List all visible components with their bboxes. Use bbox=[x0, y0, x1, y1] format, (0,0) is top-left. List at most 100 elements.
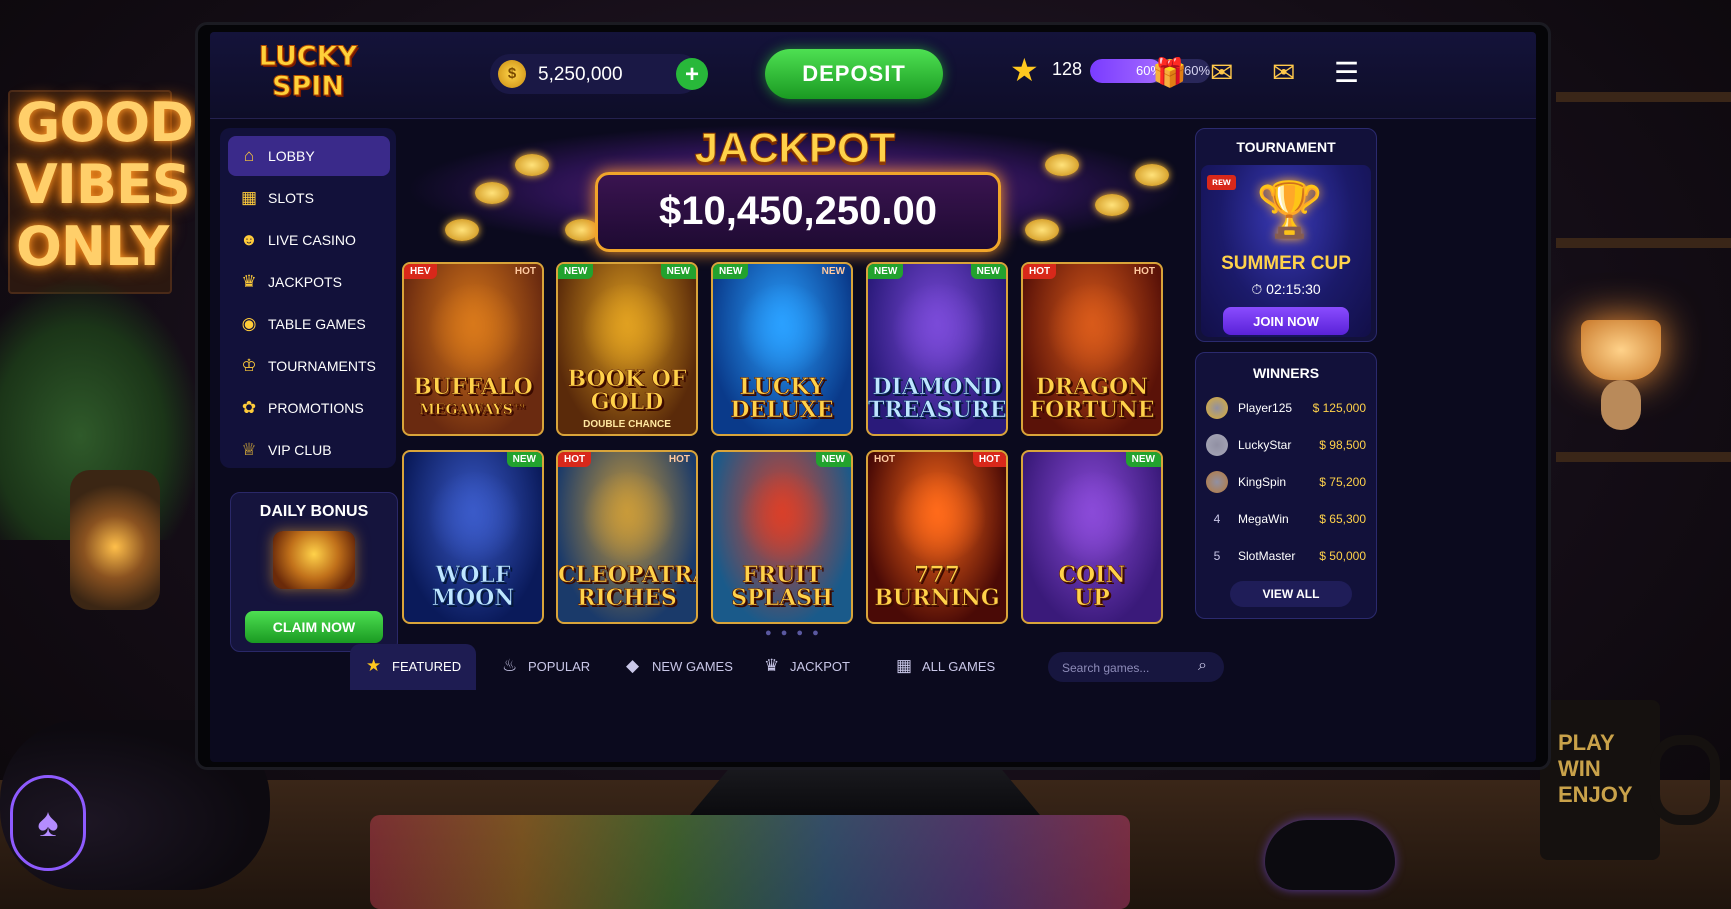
logo-line: LUCKY bbox=[258, 41, 358, 72]
search-icon[interactable]: ⌕ bbox=[1198, 657, 1207, 675]
game-badge: HEV bbox=[404, 264, 437, 279]
game-title-line: 777 bbox=[914, 562, 961, 588]
winner-name: LuckyStar bbox=[1238, 438, 1292, 452]
game-title-line: MEGAWAYS™ bbox=[419, 402, 527, 419]
neon-line: VIBES bbox=[16, 153, 191, 216]
grid-icon: ▦ bbox=[896, 656, 913, 675]
mouse bbox=[1265, 820, 1395, 890]
game-tile[interactable]: HOT HOT 777 BURNING bbox=[866, 450, 1008, 624]
deposit-button[interactable]: DEPOSIT bbox=[765, 49, 943, 99]
game-title-line: SPLASH bbox=[731, 585, 833, 611]
search-box: ⌕ bbox=[1048, 652, 1224, 682]
tab-featured[interactable]: ★ FEATURED bbox=[350, 644, 476, 690]
spade-icon: ♠ bbox=[10, 775, 86, 871]
mug-text: PLAY bbox=[1558, 730, 1615, 755]
neon-line: GOOD bbox=[16, 91, 194, 154]
medal-icon bbox=[1206, 471, 1228, 493]
gold-coin-icon bbox=[1025, 219, 1059, 241]
tab-popular[interactable]: ♨ POPULAR bbox=[486, 644, 598, 690]
treasure-chest-icon bbox=[273, 531, 355, 589]
game-title-line: MOON bbox=[431, 585, 515, 611]
sidebar-item-tournaments[interactable]: ♔ TOURNAMENTS bbox=[228, 346, 390, 386]
tab-new-games[interactable]: ◆ NEW GAMES bbox=[610, 644, 740, 690]
winner-rank: 4 bbox=[1213, 512, 1221, 526]
view-all-button[interactable]: VIEW ALL bbox=[1230, 581, 1352, 607]
join-now-button[interactable]: JOIN NOW bbox=[1223, 307, 1349, 335]
crown-icon: ♛ bbox=[764, 656, 780, 675]
tab-jackpot[interactable]: ♛ JACKPOT bbox=[748, 644, 866, 690]
search-input[interactable] bbox=[1060, 658, 1194, 678]
game-tile[interactable]: HOT HOT CLEOPATRA RICHES bbox=[556, 450, 698, 624]
winner-amount: $ 125,000 bbox=[1312, 401, 1366, 415]
coin-balance: $ 5,250,000 bbox=[490, 54, 700, 94]
game-tile[interactable]: NEW NEW DIAMOND TREASURE bbox=[866, 262, 1008, 436]
jackpot-banner: JACKPOT $10,450,250.00 bbox=[405, 124, 1185, 254]
gold-coin-icon bbox=[445, 219, 479, 241]
top-bar: LUCKY SPIN $ 5,250,000 + DEPOSIT ★ 128 6… bbox=[210, 32, 1536, 119]
game-title: BOOK OF GOLD bbox=[558, 367, 696, 414]
star-icon: ★ bbox=[366, 656, 382, 675]
casino-screen: LUCKY SPIN $ 5,250,000 + DEPOSIT ★ 128 6… bbox=[210, 32, 1536, 762]
winner-row: Player125 $ 125,000 bbox=[1206, 397, 1366, 419]
gift-icon[interactable]: 🎁 bbox=[1152, 56, 1187, 90]
winner-row: 4 MegaWin $ 65,300 bbox=[1206, 508, 1366, 530]
sidebar-item-table-games[interactable]: ◉ TABLE GAMES bbox=[228, 304, 390, 344]
sidebar-item-slots[interactable]: ▦ SLOTS bbox=[228, 178, 390, 218]
winner-amount: $ 50,000 bbox=[1319, 549, 1366, 563]
game-tile[interactable]: NEW FRUIT SPLASH bbox=[711, 450, 853, 624]
gold-coin-icon bbox=[565, 219, 599, 241]
game-tile[interactable]: NEW NEW BOOK OF GOLD DOUBLE CHANCE bbox=[556, 262, 698, 436]
mug: PLAY WIN ENJOY bbox=[1540, 700, 1660, 860]
game-badge: NEW bbox=[970, 264, 1006, 279]
tab-all-games[interactable]: ▦ ALL GAMES bbox=[880, 644, 1010, 690]
sidebar-item-label: PROMOTIONS bbox=[268, 400, 364, 416]
game-badge: NEW bbox=[713, 264, 749, 279]
jackpot-amount-box: $10,450,250.00 bbox=[595, 172, 1001, 252]
game-artwork bbox=[1044, 284, 1144, 374]
claim-now-button[interactable]: CLAIM NOW bbox=[245, 611, 383, 643]
game-title-line: FORTUNE bbox=[1029, 397, 1155, 423]
mail-icon[interactable]: ✉ bbox=[1210, 56, 1233, 90]
star-icon: ★ bbox=[1010, 52, 1039, 88]
chip-icon: ◉ bbox=[241, 314, 257, 333]
game-artwork bbox=[734, 472, 834, 562]
sidebar-item-lobby[interactable]: ⌂ LOBBY bbox=[228, 136, 390, 176]
sidebar-item-live-casino[interactable]: ☻ LIVE CASINO bbox=[228, 220, 390, 260]
sidebar-item-vip-club[interactable]: ♕ VIP CLUB bbox=[228, 430, 390, 470]
plus-icon: + bbox=[684, 61, 699, 88]
game-tile[interactable]: NEW WOLF MOON bbox=[402, 450, 544, 624]
inbox-icon[interactable]: ✉ bbox=[1272, 56, 1295, 90]
trophy-icon: 🏆 bbox=[1256, 180, 1324, 240]
game-badge: NEW bbox=[506, 452, 542, 467]
menu-icon[interactable]: ☰ bbox=[1334, 56, 1359, 90]
flame-icon: ♨ bbox=[502, 656, 518, 675]
winner-name: Player125 bbox=[1238, 401, 1293, 415]
daily-bonus-title: DAILY BONUS bbox=[259, 503, 369, 520]
sidebar-item-promotions[interactable]: ✿ PROMOTIONS bbox=[228, 388, 390, 428]
tournament-promo[interactable]: ʀᴇᴡ 🏆 SUMMER CUP ⏱ 02:15:30 JOIN NOW bbox=[1201, 165, 1371, 337]
logo[interactable]: LUCKY SPIN bbox=[238, 41, 378, 110]
game-tile[interactable]: NEW COIN UP bbox=[1021, 450, 1163, 624]
winner-name: SlotMaster bbox=[1238, 549, 1296, 563]
mug-handle bbox=[1650, 735, 1720, 825]
game-tile[interactable]: NEW NEW LUCKY DELUXE bbox=[711, 262, 853, 436]
gold-coin-icon bbox=[475, 182, 509, 204]
add-coins-button[interactable]: + bbox=[676, 58, 708, 90]
tab-label: POPULAR bbox=[528, 659, 591, 674]
game-tile[interactable]: HOT HOT DRAGON FORTUNE bbox=[1021, 262, 1163, 436]
winner-amount: $ 98,500 bbox=[1319, 438, 1366, 452]
game-badge: HOT bbox=[668, 454, 690, 465]
sidebar-item-jackpots[interactable]: ♛ JACKPOTS bbox=[228, 262, 390, 302]
game-badge: HOT bbox=[874, 454, 896, 465]
game-badge: HOT bbox=[558, 452, 592, 467]
game-title: COIN UP bbox=[1023, 563, 1161, 610]
carousel-dots[interactable]: ● ● ● ● bbox=[765, 627, 822, 639]
tab-label: ALL GAMES bbox=[922, 659, 996, 674]
sidebar-item-label: TOURNAMENTS bbox=[268, 358, 376, 374]
game-title-line: DIAMOND bbox=[872, 374, 1002, 400]
sidebar-item-label: LOBBY bbox=[268, 148, 315, 164]
game-title-line: DRAGON bbox=[1035, 374, 1149, 400]
game-title-line: RICHES bbox=[577, 585, 677, 611]
game-title: 777 BURNING bbox=[868, 562, 1006, 610]
game-tile[interactable]: HEV HOT BUFFALO MEGAWAYS™ bbox=[402, 262, 544, 436]
